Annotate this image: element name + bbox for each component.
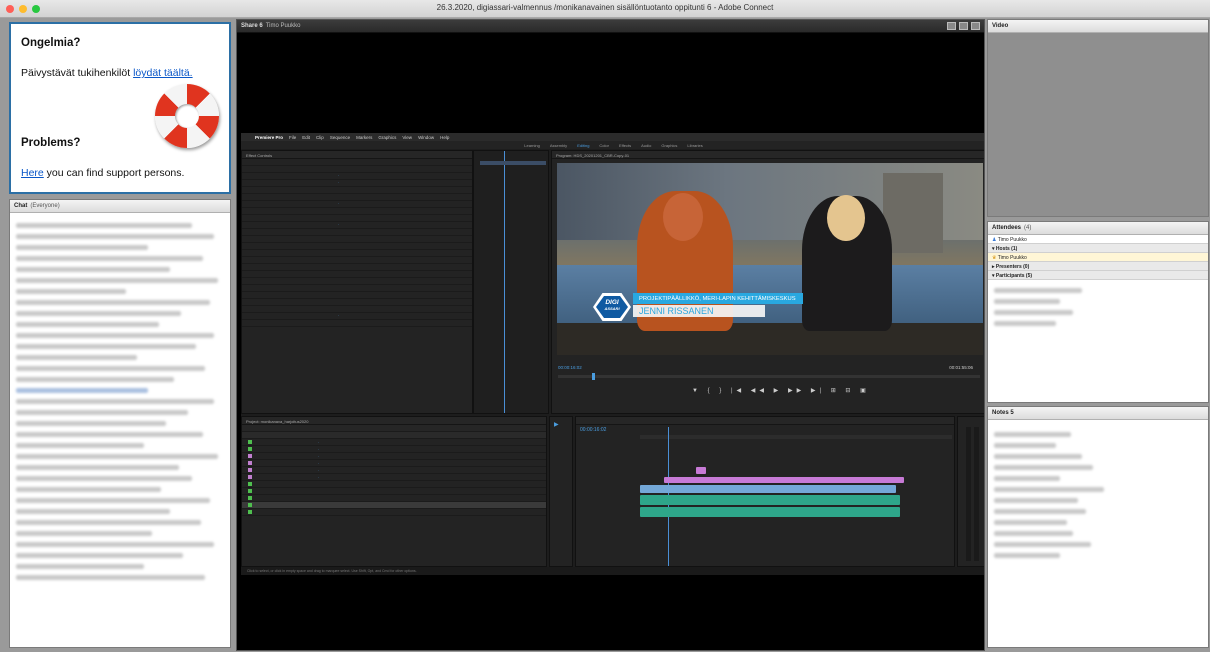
menu-view[interactable]: View — [402, 135, 412, 140]
menu-file[interactable]: File — [289, 135, 296, 140]
program-timecode: 00:00:16:02 — [558, 365, 582, 370]
fit-view-button[interactable] — [947, 22, 956, 30]
program-monitor[interactable]: Program: HDS_20201201_CBR-Copy-01 DIGI AS… — [551, 150, 984, 414]
effect-controls-timeline[interactable] — [473, 150, 549, 414]
program-duration: 00:01:55:06 — [949, 365, 973, 370]
project-panel-header: Project: monikanava_harjoitus2020 — [242, 417, 546, 425]
support-link-fi[interactable]: löydät täältä. — [133, 67, 193, 79]
help-heading-en: Problems? — [21, 137, 81, 149]
premiere-status-bar: Click to select, or click in empty space… — [241, 567, 984, 575]
fullscreen-button[interactable] — [971, 22, 980, 30]
share-header: Share 6 Timo Puukko — [237, 20, 984, 33]
support-link-en[interactable]: Here — [21, 167, 44, 179]
program-video-frame: DIGI ASSARI PROJEKTIPÄÄLLIKKÖ, MERI-LAPIN… — [557, 163, 983, 355]
chat-pod: Chat (Everyone) — [9, 199, 231, 648]
audio-meters — [957, 416, 984, 567]
attendee-presenter[interactable]: ♟ Timo Puukko — [988, 235, 1208, 244]
window-title: 26.3.2020, digiassari-valmennus /monikan… — [436, 3, 774, 12]
attendees-pod: Attendees (4) ♟ Timo Puukko ▾ Hosts (1) ♛… — [987, 221, 1209, 403]
workspace-libraries[interactable]: Libraries — [687, 143, 702, 148]
actual-size-button[interactable] — [959, 22, 968, 30]
workspace-assembly[interactable]: Assembly — [550, 143, 567, 148]
share-pod: Share 6 Timo Puukko Premiere Pro File Edi… — [236, 19, 985, 651]
menu-graphics[interactable]: Graphics — [378, 135, 396, 140]
menu-clip[interactable]: Clip — [316, 135, 324, 140]
workspace-effects[interactable]: Effects — [619, 143, 631, 148]
premiere-window: Premiere Pro File Edit Clip Sequence Mar… — [241, 133, 984, 575]
menu-edit[interactable]: Edit — [302, 135, 310, 140]
window-titlebar: 26.3.2020, digiassari-valmennus /monikan… — [0, 0, 1210, 18]
workspace-editing[interactable]: Editing — [577, 143, 589, 148]
workspace-color[interactable]: Color — [599, 143, 609, 148]
effect-controls-panel[interactable]: Effect Controls · · · · · — [241, 150, 473, 414]
timeline-header — [576, 417, 954, 425]
lower-third-role: PROJEKTIPÄÄLLIKKÖ, MERI-LAPIN KEHITTÄMIS… — [633, 293, 803, 304]
video-area — [988, 33, 1208, 216]
menu-sequence[interactable]: Sequence — [330, 135, 350, 140]
transport-controls[interactable]: ▼ { } |◀ ◀◀ ▶ ▶▶ ▶| ⊞ ⊟ ▣ — [692, 387, 870, 394]
tools-panel[interactable]: ▶ — [549, 416, 573, 567]
selection-tool-icon[interactable]: ▶ — [550, 417, 572, 432]
lower-third-name: JENNI RISSANEN — [633, 305, 765, 317]
help-text-en: Here you can find support persons. — [21, 167, 185, 179]
timeline-ruler[interactable] — [640, 435, 952, 439]
effect-controls-header: Effect Controls — [242, 151, 472, 159]
notes-content[interactable] — [988, 420, 1208, 558]
lower-third-graphic: DIGI ASSARI PROJEKTIPÄÄLLIKKÖ, MERI-LAPIN… — [593, 293, 803, 321]
menu-window[interactable]: Window — [418, 135, 434, 140]
program-monitor-header: Program: HDS_20201201_CBR-Copy-01 — [552, 151, 984, 159]
participants-list[interactable] — [988, 280, 1208, 326]
menu-help[interactable]: Help — [440, 135, 449, 140]
attendees-header: Attendees (4) — [988, 222, 1208, 235]
timeline-timecode: 00:00:16:02 — [580, 427, 607, 433]
digiassari-logo: DIGI ASSARI — [593, 293, 631, 321]
timeline-panel[interactable]: 00:00:16:02 — [575, 416, 955, 567]
participants-section[interactable]: ▾ Participants (5) — [988, 271, 1208, 280]
help-text-fi: Päivystävät tukihenkilöt löydät täältä. — [21, 67, 193, 79]
help-heading-fi: Ongelmia? — [21, 37, 81, 49]
attendee-host[interactable]: ♛ Timo Puukko — [988, 253, 1208, 262]
help-pod: Ongelmia? Päivystävät tukihenkilöt löydä… — [9, 22, 231, 194]
share-view-controls — [947, 22, 980, 30]
workspace-learning[interactable]: Learning — [524, 143, 540, 148]
video-header: Video — [988, 20, 1208, 33]
notes-pod: Notes 5 — [987, 406, 1209, 648]
workspace-tabs: Learning Assembly Editing Color Effects … — [241, 141, 984, 149]
chat-messages[interactable] — [10, 213, 230, 580]
video-pod: Video — [987, 19, 1209, 217]
notes-header: Notes 5 — [988, 407, 1208, 420]
workspace-audio[interactable]: Audio — [641, 143, 651, 148]
hosts-section[interactable]: ▾ Hosts (1) — [988, 244, 1208, 253]
project-panel[interactable]: Project: monikanava_harjoitus2020 · · · … — [241, 416, 547, 567]
menu-markers[interactable]: Markers — [356, 135, 372, 140]
program-scrubber[interactable] — [558, 373, 980, 380]
lifebuoy-icon — [155, 84, 219, 148]
workspace-graphics[interactable]: Graphics — [661, 143, 677, 148]
presenters-section[interactable]: ▸ Presenters (0) — [988, 262, 1208, 271]
premiere-menubar: Premiere Pro File Edit Clip Sequence Mar… — [241, 133, 984, 141]
chat-header: Chat (Everyone) — [10, 200, 230, 213]
